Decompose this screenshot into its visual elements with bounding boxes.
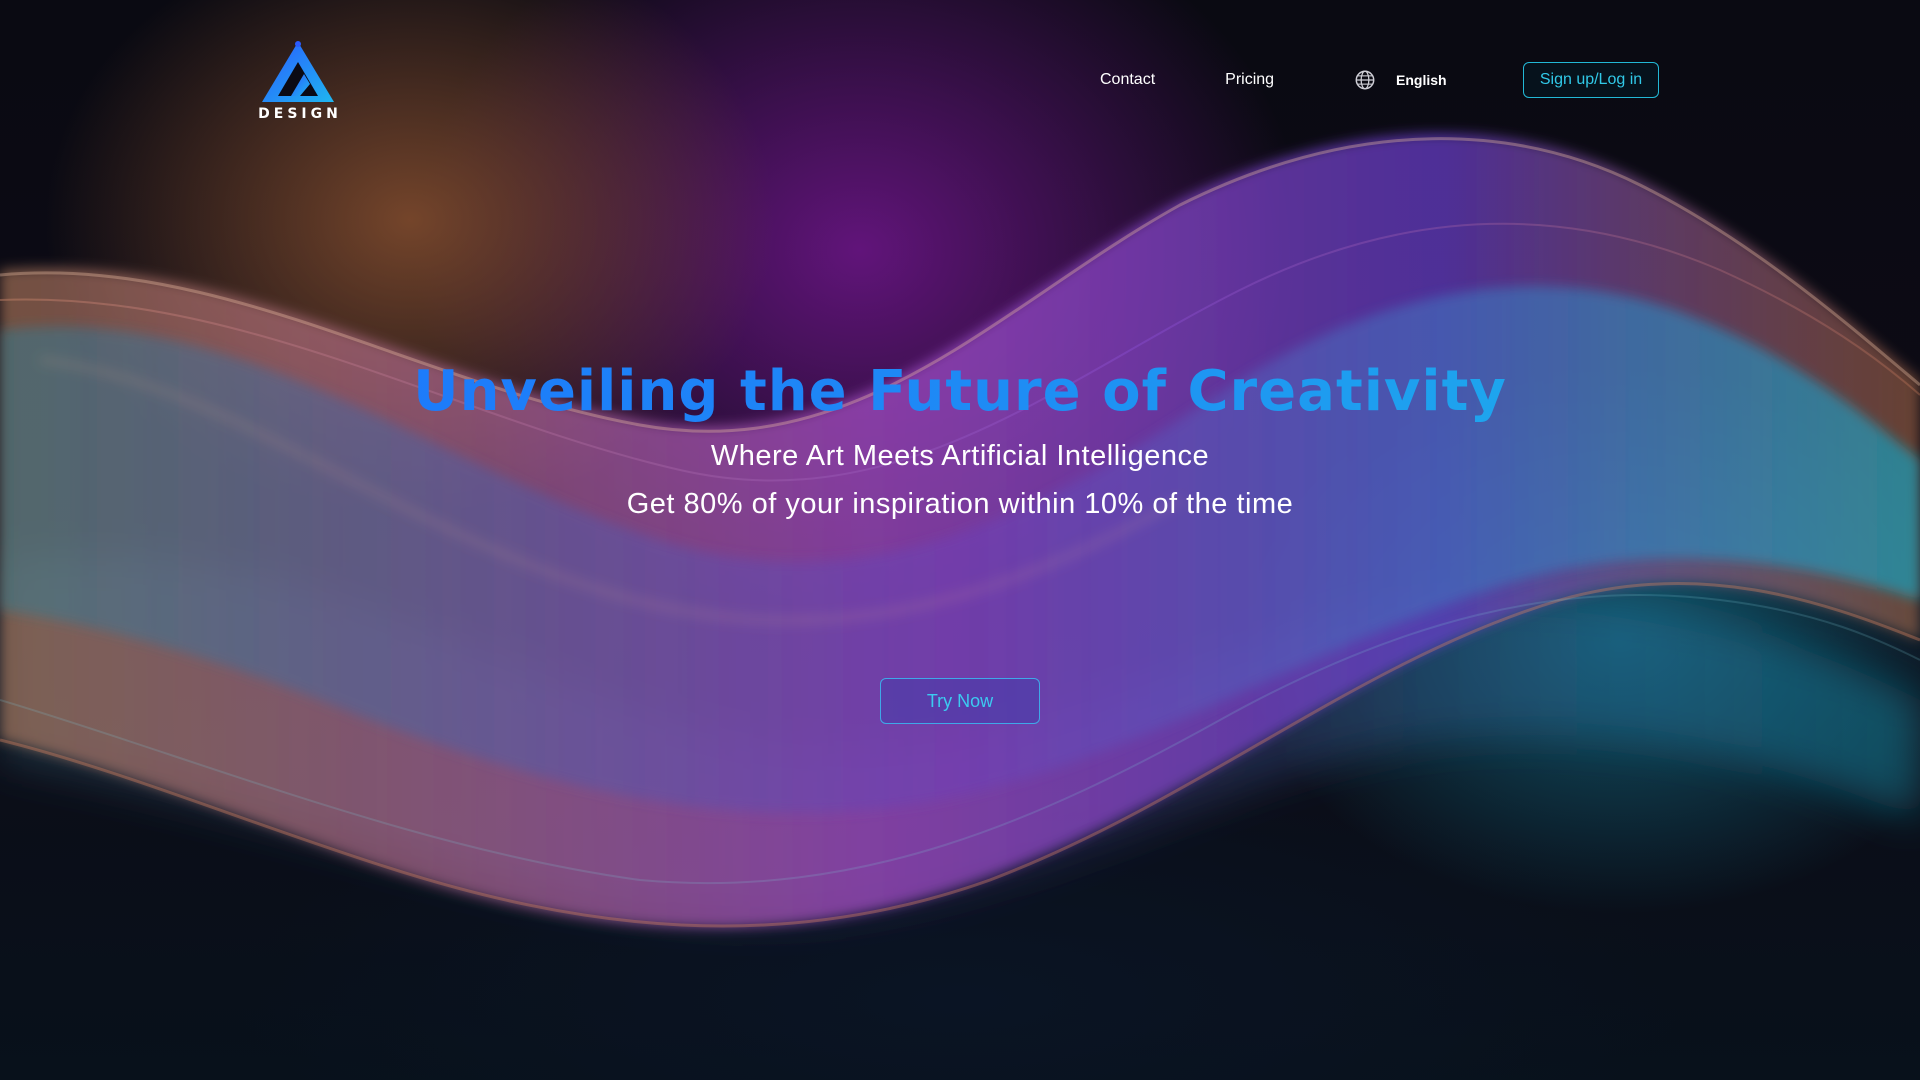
nav-contact-link[interactable]: Contact — [1100, 71, 1155, 89]
wave-background — [0, 133, 1920, 928]
try-now-button[interactable]: Try Now — [880, 678, 1040, 724]
landing-page: DESIGN Contact Pricing English Sign up/L… — [0, 0, 1920, 1080]
top-nav: Contact Pricing English — [1100, 62, 1447, 98]
language-selector[interactable]: English — [1354, 69, 1447, 91]
signup-login-button[interactable]: Sign up/Log in — [1523, 62, 1659, 98]
logo-text: DESIGN — [258, 106, 342, 122]
hero-title: Unveiling the Future of Creativity — [0, 352, 1920, 432]
hero-subtitle: Where Art Meets Artificial Intelligence — [710, 440, 1210, 472]
hero-section: Unveiling the Future of Creativity Where… — [0, 352, 1920, 528]
globe-icon — [1355, 70, 1375, 90]
brand-logo[interactable]: DESIGN — [258, 40, 338, 126]
language-label: English — [1396, 72, 1447, 88]
triangle-logo-icon — [262, 41, 334, 102]
nav-pricing-link[interactable]: Pricing — [1225, 71, 1274, 89]
hero-tagline: Get 80% of your inspiration within 10% o… — [626, 488, 1294, 520]
